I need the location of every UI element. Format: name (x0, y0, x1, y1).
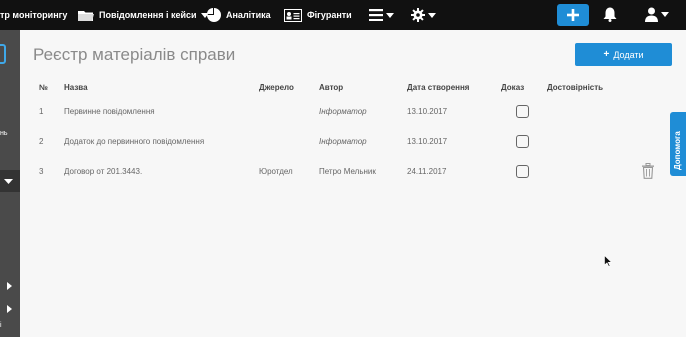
reliability-cell (537, 96, 657, 126)
left-sidebar: нь і (0, 30, 20, 337)
chevron-down-icon (4, 179, 13, 184)
table-row[interactable]: 2 Додаток до первинного повідомлення Інф… (30, 126, 657, 156)
sidebar-item-fragment[interactable]: і (0, 322, 2, 329)
row-source (249, 96, 309, 126)
row-author: Петро Мельник (319, 166, 376, 176)
row-date: 13.10.2017 (407, 136, 448, 146)
col-reliability[interactable]: Достовірність (537, 78, 657, 96)
menu-dropdown[interactable] (369, 0, 394, 30)
folder-icon (78, 10, 94, 21)
row-date: 13.10.2017 (407, 106, 448, 116)
row-author: Інформатор (319, 106, 367, 116)
row-author: Інформатор (319, 136, 367, 146)
table-row[interactable]: 1 Первинне повідомлення Інформатор 13.10… (30, 96, 657, 126)
nav-messages-cases[interactable]: Повідомлення і кейси (78, 0, 209, 30)
row-number: 3 (39, 166, 44, 176)
row-source (249, 126, 309, 156)
user-menu[interactable] (645, 7, 669, 22)
settings-dropdown[interactable] (411, 0, 436, 30)
chevron-right-icon[interactable] (7, 305, 12, 313)
materials-table: № Назва Джерело Автор Дата створення Док… (30, 78, 657, 186)
evidence-cell (491, 96, 537, 126)
delete-row-button[interactable] (641, 163, 655, 184)
help-tab[interactable]: Допомога (670, 112, 686, 176)
col-source[interactable]: Джерело (249, 78, 309, 96)
nav-persons-label: Фігуранти (307, 10, 352, 20)
brand-title[interactable]: тр моніторингу (0, 0, 67, 30)
reliability-cell (537, 156, 657, 186)
sidebar-active-item[interactable] (0, 44, 6, 64)
col-number[interactable]: № (30, 78, 54, 96)
row-name[interactable]: Первинне повідомлення (54, 96, 249, 126)
evidence-cell (491, 156, 537, 186)
top-navigation-bar: тр моніторингу Повідомлення і кейси Анал… (0, 0, 686, 30)
col-author[interactable]: Автор (309, 78, 397, 96)
reliability-cell (537, 126, 657, 156)
chevron-down-icon (386, 12, 394, 18)
row-number: 2 (39, 136, 44, 146)
gear-icon (411, 8, 425, 22)
help-tab-label: Допомога (673, 131, 682, 170)
nav-messages-label: Повідомлення і кейси (99, 10, 197, 20)
chevron-down-icon (428, 12, 436, 18)
col-created-date[interactable]: Дата створення (397, 78, 491, 96)
row-source: Юротдел (259, 166, 293, 176)
sidebar-item-label[interactable]: нь (0, 130, 8, 137)
evidence-checkbox[interactable] (516, 134, 529, 148)
hamburger-icon (369, 9, 383, 21)
mouse-cursor-icon (604, 255, 612, 267)
row-number: 1 (39, 106, 44, 116)
evidence-checkbox[interactable] (516, 164, 529, 178)
table-header-row: № Назва Джерело Автор Дата створення Док… (30, 78, 657, 96)
row-date: 24.11.2017 (407, 166, 447, 176)
row-name[interactable]: Додаток до первинного повідомлення (54, 126, 249, 156)
pie-chart-icon (207, 8, 221, 22)
nav-analytics[interactable]: Аналітика (207, 0, 271, 30)
evidence-cell (491, 126, 537, 156)
row-name[interactable]: Договор от 201.3443. (54, 156, 249, 186)
table-row[interactable]: 3 Договор от 201.3443. Юротдел Петро Мел… (30, 156, 657, 186)
notifications-button[interactable] (603, 7, 617, 27)
evidence-checkbox[interactable] (516, 104, 529, 118)
main-content: Реєстр матеріалів справи + Додати № Назв… (20, 30, 686, 337)
col-evidence[interactable]: Доказ (491, 78, 537, 96)
quick-add-button[interactable] (557, 4, 589, 26)
add-button-label: Додати (613, 49, 644, 60)
plus-icon (567, 9, 579, 21)
trash-icon (642, 163, 654, 179)
chevron-down-icon (661, 12, 669, 17)
add-material-button[interactable]: + Додати (575, 43, 672, 66)
id-card-icon (284, 8, 302, 22)
nav-persons[interactable]: Фігуранти (284, 0, 352, 30)
plus-icon: + (603, 49, 610, 60)
nav-analytics-label: Аналітика (226, 10, 271, 20)
page-title: Реєстр матеріалів справи (33, 45, 236, 64)
chevron-right-icon[interactable] (7, 282, 12, 290)
user-icon (645, 7, 658, 22)
col-name[interactable]: Назва (54, 78, 249, 96)
sidebar-dropdown[interactable] (0, 170, 20, 192)
bell-icon (603, 7, 617, 22)
